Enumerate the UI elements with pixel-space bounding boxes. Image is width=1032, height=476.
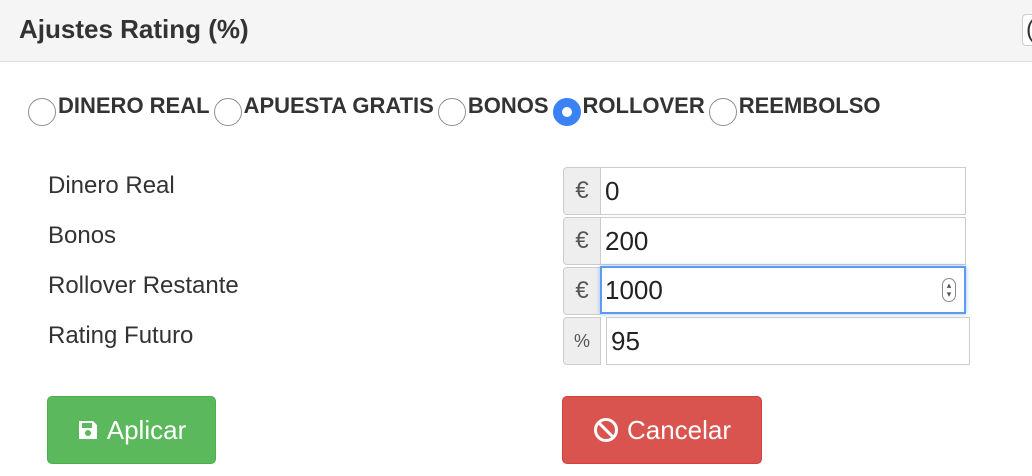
radio-label-dinero-real: DINERO REAL	[58, 93, 210, 118]
radio-label-bonos: BONOS	[467, 93, 549, 118]
cancel-button-label: Cancelar	[626, 414, 732, 445]
ban-icon	[593, 418, 618, 442]
apply-button-label: Aplicar	[106, 414, 187, 445]
label-rating-futuro: Rating Futuro	[48, 322, 194, 349]
input-bonos[interactable]: 200	[600, 217, 966, 265]
radio-option-rollover[interactable]: ROLLOVER	[552, 93, 705, 126]
save-icon	[78, 421, 97, 439]
radio-button-apuesta-gratis[interactable]	[213, 98, 242, 126]
radio-label-apuesta-gratis: APUESTA GRATIS	[243, 93, 434, 118]
input-rating-futuro[interactable]: 95	[606, 317, 970, 365]
input-dinero-real[interactable]: 0	[600, 167, 966, 215]
radio-option-apuesta-gratis[interactable]: APUESTA GRATIS	[213, 93, 434, 126]
radio-button-bonos[interactable]	[437, 98, 466, 126]
input-value-rating-futuro: 95	[611, 325, 640, 356]
radio-option-dinero-real[interactable]: DINERO REAL	[28, 94, 210, 126]
radio-button-reembolso[interactable]	[708, 98, 737, 126]
addon-percent-rating-futuro: %	[563, 317, 601, 365]
apply-button[interactable]: Aplicar	[47, 396, 216, 464]
label-rollover-restante: Rollover Restante	[48, 272, 239, 299]
radio-label-rollover: ROLLOVER	[582, 93, 705, 118]
addon-euro-dinero-real: €	[563, 167, 601, 215]
spinner-down-icon[interactable]: ▾	[943, 290, 955, 299]
radio-label-reembolso: REEMBOLSO	[738, 93, 881, 118]
input-value-dinero-real: 0	[605, 175, 620, 206]
cancel-button[interactable]: Cancelar	[562, 396, 762, 464]
radio-option-bonos[interactable]: BONOS	[437, 93, 549, 126]
label-bonos: Bonos	[48, 222, 117, 249]
radio-option-reembolso[interactable]: REEMBOLSO	[708, 93, 881, 126]
radio-button-rollover[interactable]	[552, 98, 581, 126]
radio-button-dinero-real[interactable]	[28, 98, 56, 126]
input-value-rollover-restante: 1000	[605, 274, 663, 305]
number-spinner[interactable]: ▴ ▾	[942, 278, 956, 302]
panel-title: Ajustes Rating (%)	[19, 14, 249, 44]
input-value-bonos: 200	[605, 225, 649, 256]
label-dinero-real: Dinero Real	[48, 172, 175, 199]
addon-euro-rollover-restante: €	[563, 267, 601, 315]
addon-euro-bonos: €	[563, 217, 601, 265]
header-cut-off-control[interactable]: (	[1022, 14, 1032, 46]
input-rollover-restante[interactable]: 1000 ▴ ▾	[600, 266, 966, 314]
panel-header: Ajustes Rating (%) (	[0, 0, 1032, 62]
mode-radio-group: DINERO REAL APUESTA GRATIS BONOS ROLLOVE…	[28, 94, 885, 126]
